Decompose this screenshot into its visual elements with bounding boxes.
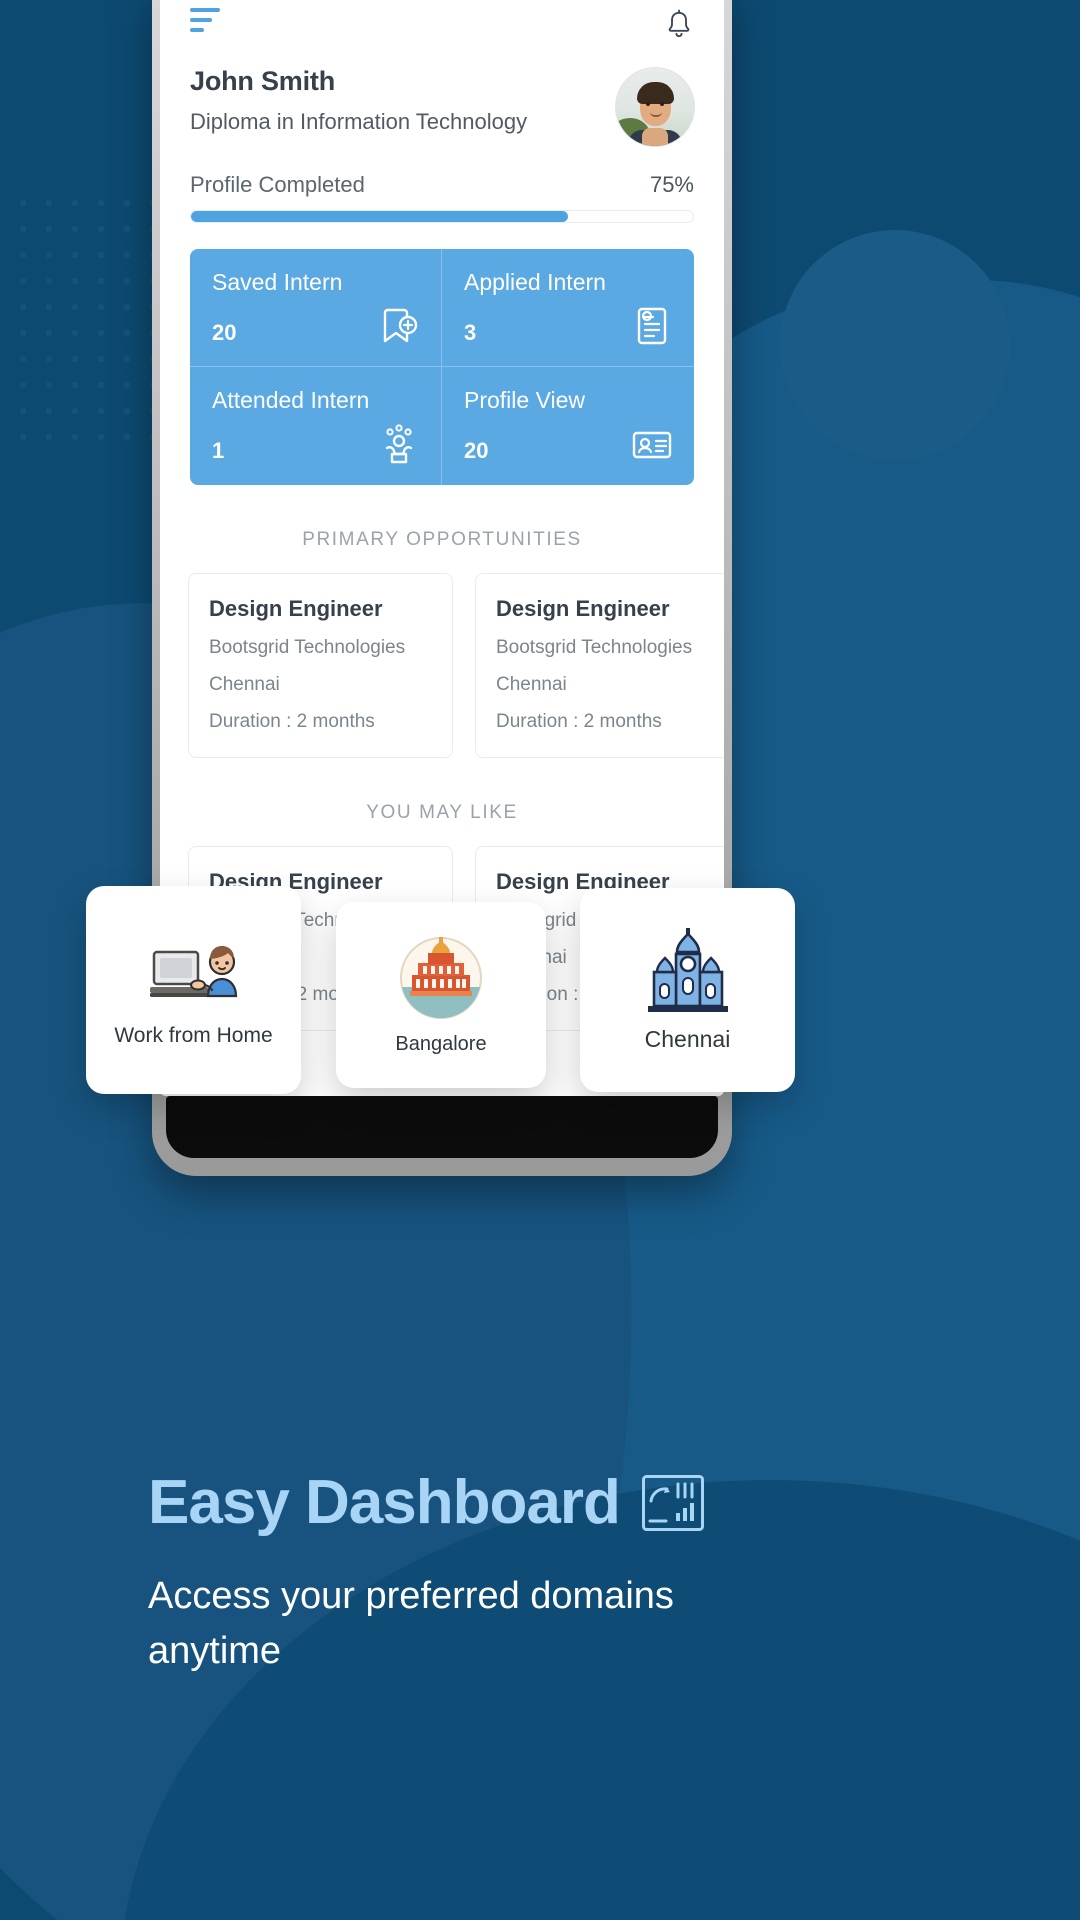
domain-card-work-from-home[interactable]: Work from Home [86, 886, 301, 1094]
job-company: Bootsgrid Technologies [209, 637, 406, 658]
background-circle [780, 230, 1010, 460]
domain-cards: Work from Home Bangalore Chennai [0, 880, 1080, 1110]
bell-icon[interactable] [664, 8, 694, 42]
profile-completed-percent: 75% [649, 172, 694, 197]
stat-label: Applied Intern [464, 269, 606, 295]
domain-card-label: Bangalore [395, 1032, 487, 1055]
domain-card-bangalore[interactable]: Bangalore [336, 902, 546, 1088]
app-topbar [190, 8, 694, 42]
domain-card-label: Chennai [644, 1025, 731, 1052]
promo-subtext: Access your preferred domains anytime [148, 1575, 674, 1673]
job-title: Design Engineer [496, 596, 670, 621]
dashboard-app: John Smith Diploma in Information Techno… [160, 0, 724, 1031]
stats-grid: Saved Intern 20 Applied Intern 3 Attended In… [190, 249, 694, 485]
section-title: PRIMARY OPPORTUNITIES [302, 529, 582, 550]
vidhana-soudha-building-icon [400, 936, 482, 1019]
profile-text: John Smith Diploma in Information Techno… [190, 66, 527, 135]
stat-card[interactable]: Applied Intern 3 [442, 249, 694, 367]
stat-label: Attended Intern [212, 387, 370, 413]
section-title: YOU MAY LIKE [366, 802, 518, 823]
promo-headline: Easy Dashboard [148, 1468, 621, 1537]
document-apply-icon [630, 304, 674, 348]
person-raised-hands-icon [377, 423, 421, 467]
job-location: Chennai [496, 674, 567, 695]
stat-label: Profile View [464, 387, 586, 413]
user-qualification: Diploma in Information Technology [190, 109, 528, 134]
profile-completion-row: Profile Completed 75% [190, 172, 694, 198]
dashboard-analytics-icon [641, 1474, 704, 1531]
stat-card[interactable]: Saved Intern 20 [190, 249, 442, 367]
bookmark-add-icon [377, 304, 421, 348]
job-location: Chennai [209, 674, 280, 695]
promo-copy: Easy Dashboard Access your preferred dom… [148, 1470, 968, 1679]
opportunity-card[interactable]: Design Engineer Bootsgrid Technologies Che… [475, 573, 724, 758]
id-card-icon [630, 423, 674, 467]
avatar[interactable] [616, 68, 694, 146]
person-at-computer-icon [149, 946, 237, 998]
stat-card[interactable]: Attended Intern 1 [190, 367, 442, 485]
stat-card[interactable]: Profile View 20 [442, 367, 694, 485]
profile-completed-label: Profile Completed [190, 172, 365, 197]
promo-headline-row: Easy Dashboard [148, 1470, 968, 1535]
hamburger-menu-icon[interactable] [190, 8, 222, 38]
profile-progress-bar [190, 210, 694, 223]
opportunity-card[interactable]: Design Engineer Bootsgrid Technologies Che… [188, 573, 453, 758]
domain-card-chennai[interactable]: Chennai [580, 888, 795, 1092]
job-duration: Duration : 2 months [209, 711, 375, 732]
stat-label: Saved Intern [212, 269, 343, 295]
job-company: Bootsgrid Technologies [496, 637, 693, 658]
user-name: John Smith [190, 66, 335, 96]
profile-header: John Smith Diploma in Information Techno… [190, 66, 694, 146]
job-title: Design Engineer [209, 596, 383, 621]
chennai-central-building-icon [647, 927, 728, 1012]
profile-progress-fill [191, 211, 568, 222]
domain-card-label: Work from Home [114, 1024, 273, 1047]
opportunity-card-row: Design Engineer Bootsgrid Technologies Che… [188, 573, 724, 758]
job-duration: Duration : 2 months [496, 711, 662, 732]
